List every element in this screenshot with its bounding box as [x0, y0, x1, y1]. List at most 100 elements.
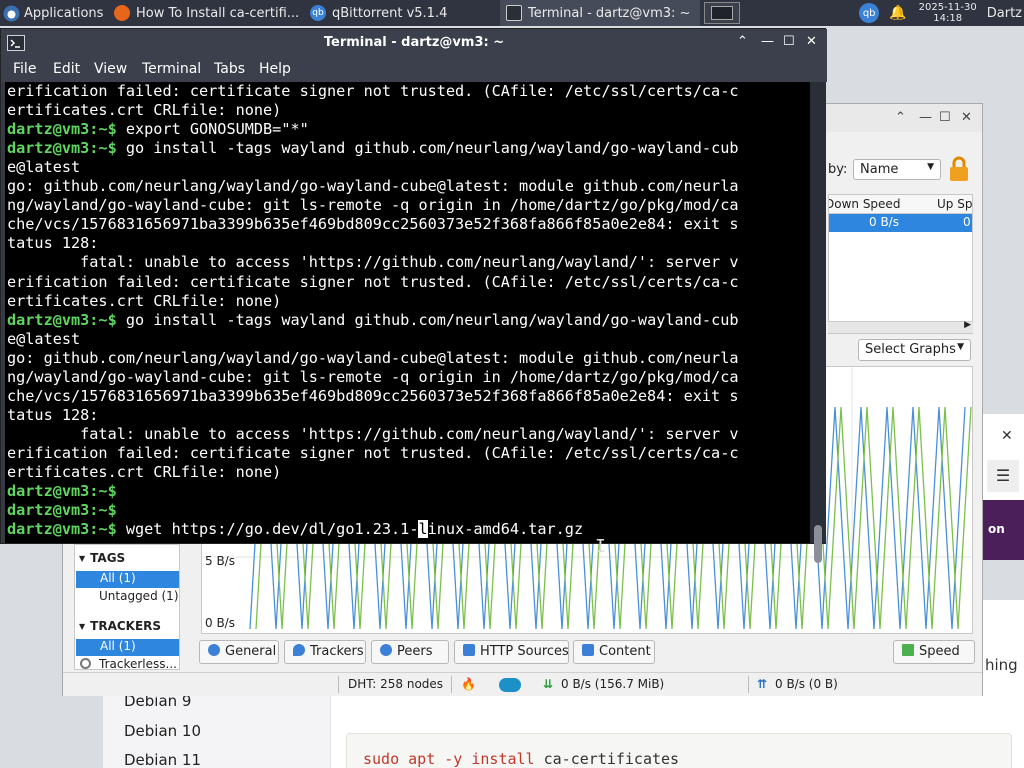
maximize-icon[interactable]: ☐: [783, 34, 795, 49]
hamburger-menu-icon[interactable]: ☰: [987, 460, 1019, 492]
tag-untagged[interactable]: Untagged (1): [75, 589, 179, 606]
code-command: sudo apt -y install: [363, 750, 535, 768]
tracker-all[interactable]: All (1): [76, 639, 179, 656]
minimize-icon[interactable]: —: [761, 34, 774, 49]
terminal-line-text: tatus 128:: [7, 234, 99, 253]
web-partial-text: hing: [985, 656, 1018, 674]
tab-trackers[interactable]: Trackers: [284, 640, 366, 664]
terminal-output-line: erification failed: certificate signer n…: [7, 444, 739, 463]
status-bar: DHT: 258 nodes 🔥 ⇊ 0 B/s (156.7 MiB) ⇈ 0…: [63, 672, 982, 696]
terminal-prompt: dartz@vm3:~$: [7, 139, 126, 158]
applications-menu[interactable]: Applications: [0, 0, 108, 26]
text-cursor: l: [418, 520, 428, 539]
web-banner: on: [980, 500, 1024, 560]
task-qbittorrent[interactable]: qb qBittorrent v5.1.4: [304, 0, 500, 26]
minimize-icon[interactable]: ⌃: [895, 110, 906, 125]
web-code-block: sudo apt -y install ca-certificates: [346, 733, 1012, 768]
trackers-header[interactable]: TRACKERS: [79, 619, 161, 633]
close-icon[interactable]: ✕: [806, 34, 817, 49]
select-graphs-label: Select Graphs: [865, 342, 956, 357]
terminal-titlebar: Terminal - dartz@vm3: ~ ⌃ — ☐ ✕: [1, 29, 827, 57]
task-browser-label: How To Install ca-certifi...: [136, 5, 300, 21]
column-header-up-speed[interactable]: Up Sp: [937, 197, 972, 211]
command-text-before-cursor: wget https://go.dev/dl/go1.23.1-: [125, 520, 419, 539]
command-text-after-cursor: inux-amd64.tar.gz: [427, 520, 584, 539]
horizontal-scrollbar[interactable]: ▶: [828, 320, 973, 333]
terminal-line-text: go install -tags wayland github.com/neur…: [125, 310, 739, 329]
tab-content[interactable]: Content: [573, 640, 655, 664]
download-icon: ⇊: [543, 677, 554, 691]
sort-combo[interactable]: Name ▼: [853, 159, 941, 180]
tab-peers[interactable]: Peers: [371, 640, 449, 664]
tags-header[interactable]: TAGS: [79, 551, 125, 565]
task-qbittorrent-label: qBittorrent v5.1.4: [332, 5, 448, 21]
speed-limit-icon[interactable]: [499, 678, 521, 692]
menu-file[interactable]: File: [13, 61, 36, 77]
tab-speed[interactable]: Speed: [893, 640, 975, 664]
terminal-output-line: go: github.com/neurlang/wayland/go-wayla…: [7, 349, 739, 368]
terminal-output-line: go: github.com/neurlang/wayland/go-wayla…: [7, 177, 739, 196]
terminal-command-line: dartz@vm3:~$: [7, 501, 126, 520]
qbittorrent-tray-icon[interactable]: qb: [859, 3, 880, 23]
content-icon: [582, 644, 594, 656]
workspace-switcher[interactable]: [704, 2, 740, 24]
terminal-line-text: tatus 128:: [7, 405, 99, 424]
maximize-icon[interactable]: ☐: [939, 110, 951, 125]
torrent-table[interactable]: Down Speed Up Sp 0 B/s 0: [828, 194, 973, 334]
tracker-trackerless[interactable]: Trackerless...: [75, 657, 179, 670]
terminal-output[interactable]: erification failed: certificate signer n…: [5, 82, 810, 543]
terminal-window: Terminal - dartz@vm3: ~ ⌃ — ☐ ✕ File Edi…: [0, 28, 827, 563]
row-up-speed: 0: [963, 215, 971, 229]
menu-view[interactable]: View: [94, 61, 127, 77]
upload-speed: 0 B/s (0 B): [775, 677, 838, 691]
status-divider: [338, 676, 339, 693]
applications-label: Applications: [24, 5, 104, 21]
menu-tabs[interactable]: Tabs: [214, 61, 245, 77]
tab-content-label: Content: [599, 644, 651, 659]
web-sidebar-item-debian11[interactable]: Debian 11: [124, 751, 201, 768]
clock[interactable]: 2025-11-30 14:18: [919, 2, 977, 24]
user-menu[interactable]: Dartz: [987, 6, 1022, 21]
task-terminal[interactable]: Terminal - dartz@vm3: ~: [500, 0, 700, 26]
terminal-icon: [506, 5, 522, 21]
row-down-speed: 0 B/s: [869, 215, 899, 229]
terminal-command-line: dartz@vm3:~$ go install -tags wayland gi…: [7, 139, 739, 158]
dht-status: DHT: 258 nodes: [348, 677, 444, 691]
firewall-icon[interactable]: 🔥: [461, 677, 476, 691]
menu-help[interactable]: Help: [259, 61, 291, 77]
notification-bell-icon[interactable]: 🔔: [889, 5, 906, 21]
terminal-line-text: ertificates.crt CRLfile: none): [7, 101, 282, 120]
tab-trackers-label: Trackers: [310, 644, 364, 659]
terminal-line-text: erification failed: certificate signer n…: [7, 443, 739, 462]
task-browser[interactable]: How To Install ca-certifi...: [108, 0, 304, 26]
tag-all[interactable]: All (1): [76, 571, 179, 588]
close-icon[interactable]: ✕: [961, 110, 972, 125]
terminal-line-text: erification failed: certificate signer n…: [7, 82, 739, 100]
terminal-title: Terminal - dartz@vm3: ~: [323, 35, 505, 50]
tab-http-sources[interactable]: HTTP Sources: [454, 640, 569, 664]
menu-edit[interactable]: Edit: [53, 61, 80, 77]
tab-peers-label: Peers: [397, 644, 433, 659]
graph-label-0bs: 0 B/s: [205, 616, 235, 630]
lock-icon[interactable]: [948, 156, 970, 182]
terminal-current-command[interactable]: dartz@vm3:~$ wget https://go.dev/dl/go1.…: [7, 520, 583, 539]
terminal-scrollbar[interactable]: [810, 82, 826, 563]
minimize-window-icon[interactable]: —: [919, 110, 932, 125]
terminal-output-line: e@latest: [7, 330, 80, 349]
clock-time: 14:18: [933, 13, 963, 24]
workspace-icon: [711, 6, 733, 20]
close-icon[interactable]: ✕: [1001, 428, 1013, 444]
shade-icon[interactable]: ⌃: [737, 34, 748, 49]
table-row[interactable]: 0 B/s 0: [829, 214, 972, 232]
scrollbar-thumb[interactable]: [814, 525, 822, 563]
peers-icon: [380, 644, 392, 656]
tab-general[interactable]: General: [199, 640, 279, 664]
graph-label-5bs: 5 B/s: [205, 554, 235, 568]
tracker-trackerless-label: Trackerless...: [99, 657, 177, 670]
filter-sidebar: TAGS All (1) Untagged (1) TRACKERS All (…: [74, 544, 180, 670]
select-graphs-combo[interactable]: Select Graphs ▼: [858, 339, 971, 361]
column-header-down-speed[interactable]: Down Speed: [829, 197, 900, 211]
web-sidebar-item-debian10[interactable]: Debian 10: [124, 722, 201, 740]
chevron-right-icon[interactable]: ▶: [964, 320, 971, 330]
menu-terminal[interactable]: Terminal: [142, 61, 201, 77]
